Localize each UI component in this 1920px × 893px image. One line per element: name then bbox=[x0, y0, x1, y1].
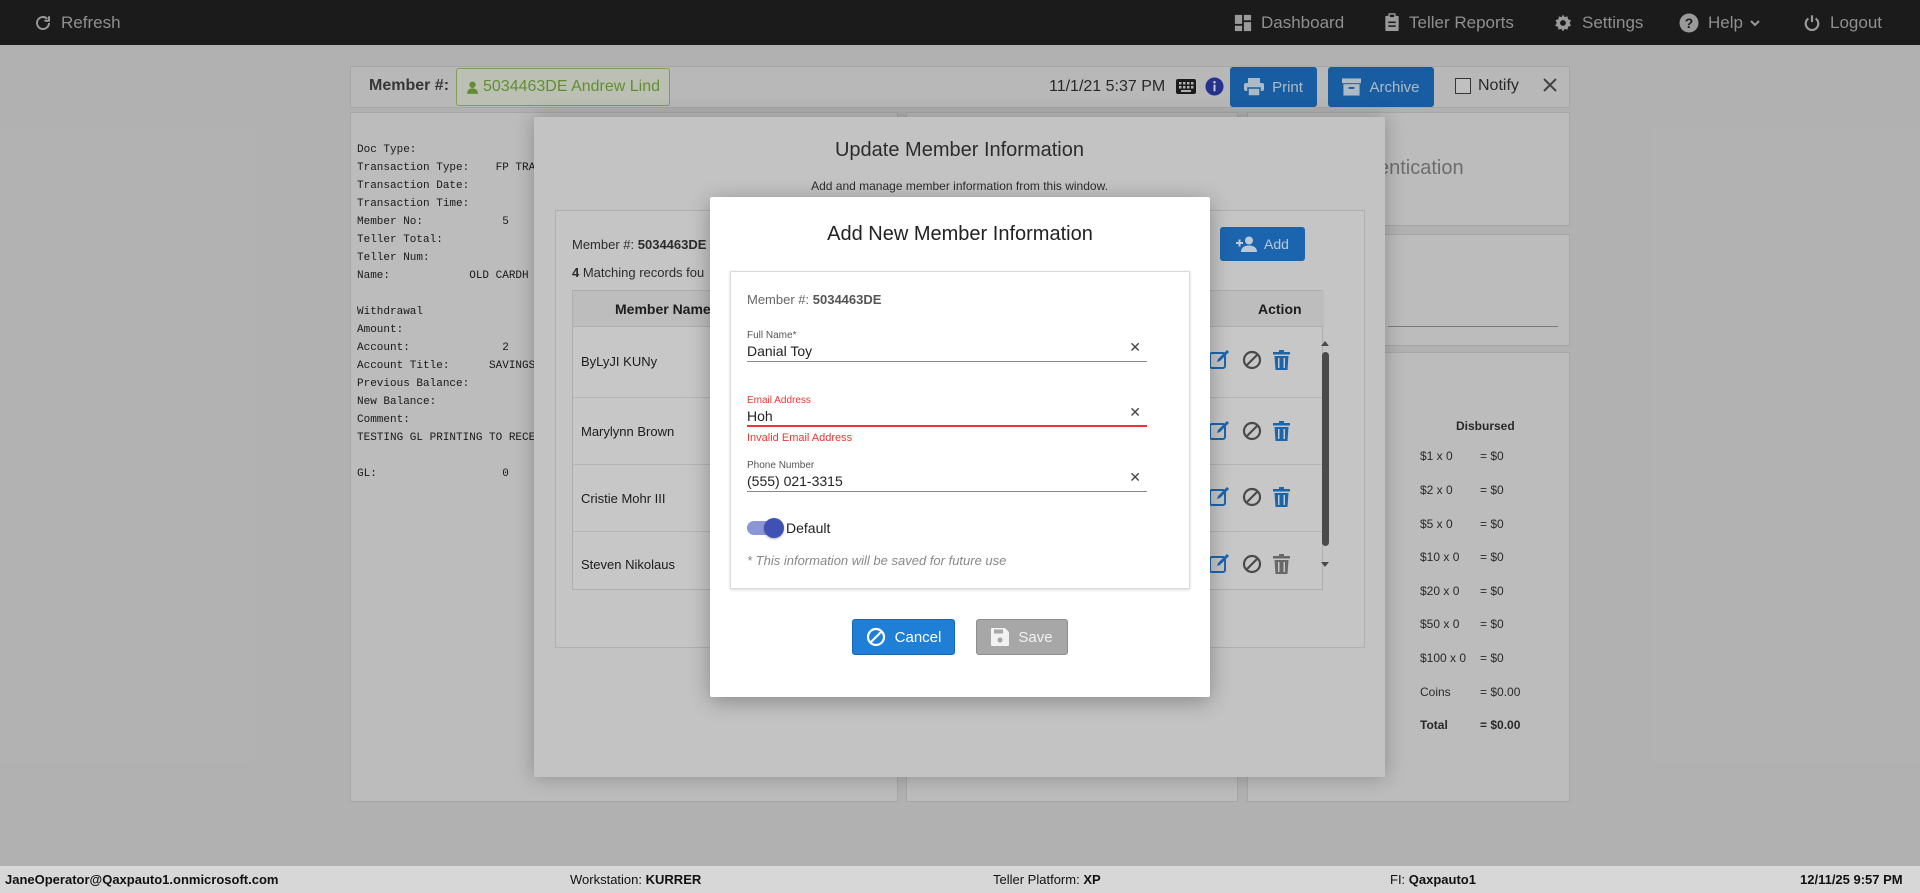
status-workstation: Workstation: KURRER bbox=[570, 872, 702, 887]
settings-label: Settings bbox=[1582, 12, 1644, 32]
phone-field[interactable]: Phone Number ✕ bbox=[747, 460, 1147, 492]
ban-icon bbox=[866, 627, 885, 647]
email-field[interactable]: Email Address ✕ bbox=[747, 395, 1147, 427]
chevron-down-icon bbox=[1750, 19, 1760, 26]
clear-icon[interactable]: ✕ bbox=[1129, 404, 1141, 421]
cancel-label: Cancel bbox=[894, 628, 942, 646]
refresh-button[interactable]: Refresh bbox=[34, 0, 121, 45]
toggle-track[interactable] bbox=[747, 518, 784, 538]
phone-label: Phone Number bbox=[747, 460, 815, 471]
status-user: JaneOperator@Qaxpauto1.onmicrosoft.com bbox=[5, 872, 279, 887]
clear-icon[interactable]: ✕ bbox=[1129, 469, 1141, 486]
default-toggle[interactable]: Default bbox=[747, 518, 831, 538]
power-icon bbox=[1804, 14, 1820, 31]
help-menu[interactable]: ? Help bbox=[1679, 0, 1761, 45]
floppy-icon bbox=[991, 628, 1010, 646]
default-label: Default bbox=[786, 520, 831, 536]
full-name-input[interactable] bbox=[747, 343, 1107, 359]
logout-label: Logout bbox=[1830, 12, 1882, 32]
add-member-modal: Add New Member Information Member #: 503… bbox=[710, 197, 1210, 697]
full-name-field[interactable]: Full Name* ✕ bbox=[747, 330, 1147, 362]
svg-text:?: ? bbox=[1685, 15, 1694, 31]
status-datetime: 12/11/25 9:57 PM bbox=[1800, 872, 1903, 887]
settings-link[interactable]: Settings bbox=[1553, 0, 1643, 45]
save-note: * This information will be saved for fut… bbox=[747, 553, 1007, 568]
email-error-message: Invalid Email Address bbox=[747, 432, 853, 444]
teller-reports-link[interactable]: Teller Reports bbox=[1384, 0, 1514, 45]
top-nav-bar: Refresh Dashboard Teller Reports Setting… bbox=[0, 0, 1920, 45]
status-fi: FI: Qaxpauto1 bbox=[1390, 872, 1476, 887]
refresh-label: Refresh bbox=[61, 12, 121, 32]
save-button[interactable]: Save bbox=[976, 619, 1068, 655]
member-form: Member #: 5034463DE Full Name* ✕ Email A… bbox=[730, 271, 1190, 589]
status-bar: JaneOperator@Qaxpauto1.onmicrosoft.com W… bbox=[0, 866, 1920, 893]
clear-icon[interactable]: ✕ bbox=[1129, 339, 1141, 356]
refresh-icon bbox=[36, 15, 50, 30]
form-member-number: Member #: 5034463DE bbox=[747, 292, 882, 307]
dashboard-icon bbox=[1234, 14, 1252, 31]
phone-input[interactable] bbox=[747, 473, 1107, 489]
teller-reports-label: Teller Reports bbox=[1409, 12, 1514, 32]
save-label: Save bbox=[1018, 628, 1053, 646]
gear-icon bbox=[1555, 14, 1571, 31]
cancel-button[interactable]: Cancel bbox=[852, 619, 955, 655]
clipboard-icon bbox=[1385, 13, 1399, 32]
add-modal-title: Add New Member Information bbox=[827, 223, 1093, 245]
email-input[interactable] bbox=[747, 408, 1107, 424]
help-label: Help bbox=[1708, 12, 1743, 32]
full-name-label: Full Name* bbox=[747, 330, 797, 341]
toggle-knob[interactable] bbox=[764, 518, 784, 538]
help-icon: ? bbox=[1679, 13, 1699, 32]
logout-link[interactable]: Logout bbox=[1803, 0, 1882, 45]
email-label: Email Address bbox=[747, 395, 811, 406]
status-platform: Teller Platform: XP bbox=[993, 872, 1101, 887]
dashboard-link[interactable]: Dashboard bbox=[1234, 0, 1344, 45]
dashboard-label: Dashboard bbox=[1261, 12, 1345, 32]
